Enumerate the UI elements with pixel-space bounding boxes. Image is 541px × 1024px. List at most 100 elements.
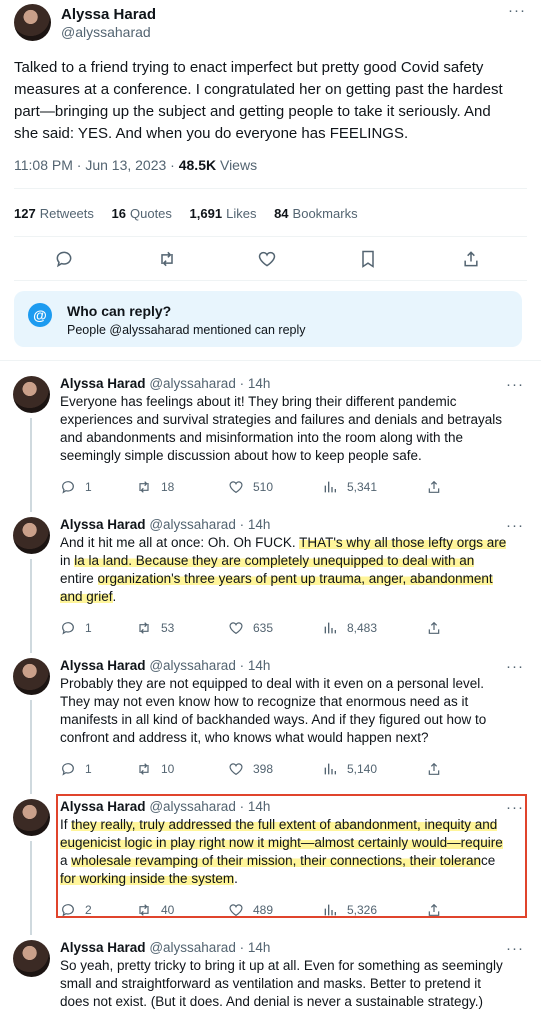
handle-time[interactable]: @alyssaharad · 14h bbox=[149, 517, 270, 532]
retweet-count: 10 bbox=[161, 762, 175, 776]
views-button[interactable]: 5,326 bbox=[322, 902, 377, 918]
reply-text-line: So yeah, pretty tricky to bring it up at… bbox=[60, 958, 503, 973]
share-button[interactable] bbox=[426, 902, 442, 918]
highlighted-text: wholesale revamping of their mission, th… bbox=[71, 853, 481, 868]
like-count: 635 bbox=[253, 621, 274, 635]
author-name[interactable]: Alyssa Harad bbox=[60, 517, 146, 532]
more-options-icon[interactable]: ··· bbox=[506, 800, 524, 815]
views-button[interactable]: 5,341 bbox=[322, 479, 377, 495]
retweet-button[interactable]: 53 bbox=[136, 620, 174, 636]
highlighted-text: organization's three years of pent up tr… bbox=[97, 571, 493, 586]
share-button[interactable] bbox=[426, 479, 442, 495]
reply-text-line: and abandonments and misinformation into… bbox=[60, 430, 463, 445]
who-can-reply-title: Who can reply? bbox=[67, 303, 172, 319]
more-options-icon[interactable]: ··· bbox=[506, 941, 524, 956]
retweet-button[interactable]: 18 bbox=[136, 479, 174, 495]
reply-count: 1 bbox=[85, 621, 92, 635]
highlighted-text: they really, truly addressed the full ex… bbox=[71, 817, 498, 832]
author-name[interactable]: Alyssa Harad bbox=[61, 6, 156, 23]
tweet-actions bbox=[0, 249, 541, 269]
avatar[interactable] bbox=[13, 799, 50, 836]
reply-count: 2 bbox=[85, 903, 92, 917]
handle-time[interactable]: @alyssaharad · 14h bbox=[149, 658, 270, 673]
share-icon bbox=[428, 621, 440, 634]
author-name[interactable]: Alyssa Harad bbox=[60, 658, 146, 673]
retweet-icon bbox=[139, 622, 149, 634]
reply-text-line: small and straightforward as ventilation… bbox=[60, 976, 481, 991]
reply-button[interactable]: 1 bbox=[60, 479, 92, 495]
more-options-icon[interactable]: ··· bbox=[506, 659, 524, 674]
highlighted-text: and grief bbox=[60, 589, 113, 604]
avatar[interactable] bbox=[13, 658, 50, 695]
tweet-text-line: Talked to a friend trying to enact imper… bbox=[14, 59, 484, 76]
handle-time[interactable]: @alyssaharad · 14h bbox=[149, 940, 270, 955]
avatar[interactable] bbox=[13, 517, 50, 554]
retweet-icon[interactable] bbox=[156, 249, 178, 269]
like-count: 398 bbox=[253, 762, 274, 776]
retweet-button[interactable]: 10 bbox=[136, 761, 174, 777]
like-button[interactable]: 398 bbox=[228, 761, 273, 777]
author-name[interactable]: Alyssa Harad bbox=[60, 376, 146, 391]
share-button[interactable] bbox=[426, 761, 442, 777]
retweet-count: 18 bbox=[161, 480, 175, 494]
retweet-icon bbox=[139, 481, 149, 493]
like-icon[interactable] bbox=[256, 249, 278, 269]
like-button[interactable]: 635 bbox=[228, 620, 273, 636]
more-options-icon[interactable]: ··· bbox=[508, 3, 526, 18]
retweet-count: 40 bbox=[161, 903, 175, 917]
reply-button[interactable]: 1 bbox=[60, 761, 92, 777]
reply-count: 1 bbox=[85, 480, 92, 494]
tweet-text-line: part—bringing up the subject and getting… bbox=[14, 103, 491, 120]
bookmarks-stat[interactable]: 84 Bookmarks bbox=[274, 206, 358, 221]
views-icon bbox=[324, 763, 336, 775]
more-options-icon[interactable]: ··· bbox=[506, 377, 524, 392]
reply-icon bbox=[62, 904, 74, 917]
avatar[interactable] bbox=[13, 940, 50, 977]
views-count: 5,326 bbox=[347, 903, 378, 917]
thread-line bbox=[30, 700, 32, 794]
reply-icon bbox=[62, 481, 74, 494]
likes-stat[interactable]: 1,691 Likes bbox=[190, 206, 257, 221]
author-name[interactable]: Alyssa Harad bbox=[60, 940, 146, 955]
reply-text-line: does not exist. (But it does. And denial… bbox=[60, 994, 483, 1009]
reply-text: If they really, truly addressed the full… bbox=[60, 816, 522, 888]
share-icon bbox=[428, 762, 440, 775]
views-count[interactable]: 48.5K bbox=[179, 157, 216, 173]
views-button[interactable]: 8,483 bbox=[322, 620, 377, 636]
tweet-timestamp[interactable]: 11:08 PM · Jun 13, 2023 · bbox=[14, 157, 179, 173]
reply-text-line: a wholesale revamping of their mission, … bbox=[60, 853, 496, 868]
share-icon bbox=[428, 480, 440, 493]
reply-button[interactable]: 2 bbox=[60, 902, 92, 918]
views-icon bbox=[324, 622, 336, 634]
author-name[interactable]: Alyssa Harad bbox=[60, 799, 146, 814]
quotes-stat[interactable]: 16 Quotes bbox=[112, 206, 172, 221]
tweet-stats: 127 Retweets 16 Quotes 1,691 Likes 84 Bookma… bbox=[14, 206, 372, 221]
reply-icon[interactable] bbox=[53, 249, 75, 269]
reply-icon bbox=[62, 622, 74, 635]
reply-text: Probably they are not equipped to deal w… bbox=[60, 675, 522, 747]
views-button[interactable]: 5,140 bbox=[322, 761, 377, 777]
author-handle[interactable]: @alyssaharad bbox=[61, 24, 151, 40]
reply-text-line: entire organization's three years of pen… bbox=[60, 571, 493, 586]
handle-time[interactable]: @alyssaharad · 14h bbox=[149, 376, 270, 391]
highlighted-text: eugenicist logic in play right now it mi… bbox=[60, 835, 503, 850]
views-label: Views bbox=[216, 157, 258, 173]
share-icon[interactable] bbox=[460, 249, 482, 269]
avatar[interactable] bbox=[13, 376, 50, 413]
reply-text-line: in la la land. Because they are complete… bbox=[60, 553, 475, 568]
reply-text-line: Probably they are not equipped to deal w… bbox=[60, 676, 485, 691]
share-icon bbox=[428, 903, 440, 916]
retweet-button[interactable]: 40 bbox=[136, 902, 174, 918]
reply-button[interactable]: 1 bbox=[60, 620, 92, 636]
retweets-stat[interactable]: 127 Retweets bbox=[14, 206, 94, 221]
views-icon bbox=[324, 904, 336, 916]
more-options-icon[interactable]: ··· bbox=[506, 518, 524, 533]
avatar[interactable] bbox=[14, 4, 51, 41]
divider bbox=[0, 360, 541, 361]
like-button[interactable]: 489 bbox=[228, 902, 273, 918]
share-button[interactable] bbox=[426, 620, 442, 636]
handle-time[interactable]: @alyssaharad · 14h bbox=[149, 799, 270, 814]
reply-header: Alyssa Harad @alyssaharad · 14h bbox=[60, 799, 270, 814]
bookmark-icon[interactable] bbox=[357, 249, 379, 269]
like-button[interactable]: 510 bbox=[228, 479, 273, 495]
